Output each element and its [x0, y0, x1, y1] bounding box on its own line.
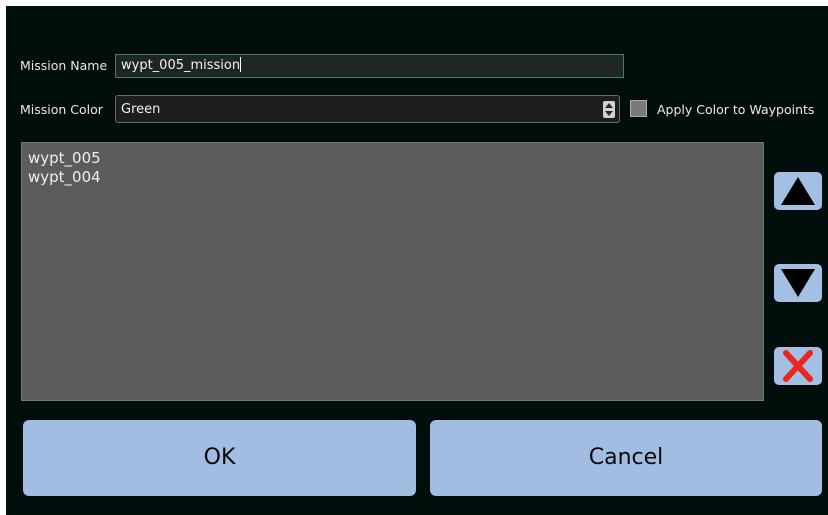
mission-name-input[interactable]: wypt_005_mission — [115, 54, 624, 78]
apply-color-checkbox[interactable] — [630, 100, 647, 117]
mission-name-label: Mission Name — [20, 58, 108, 73]
delete-button[interactable] — [774, 347, 822, 385]
move-up-button[interactable] — [774, 172, 822, 210]
mission-name-value: wypt_005_mission — [121, 58, 241, 73]
triangle-up-icon — [781, 177, 815, 205]
mission-color-select[interactable]: Green — [115, 95, 620, 123]
red-x-icon — [783, 350, 813, 382]
text-caret — [240, 57, 242, 72]
mission-dialog: Mission Name wypt_005_mission Mission Co… — [6, 6, 828, 515]
move-down-button[interactable] — [774, 264, 822, 302]
up-down-arrows-icon[interactable] — [603, 101, 615, 118]
apply-color-label: Apply Color to Waypoints — [657, 102, 815, 117]
list-item[interactable]: wypt_004 — [28, 168, 763, 187]
mission-color-value: Green — [121, 102, 161, 117]
waypoint-list[interactable]: wypt_005 wypt_004 — [21, 142, 764, 401]
ok-button[interactable]: OK — [23, 420, 416, 496]
cancel-button[interactable]: Cancel — [430, 420, 822, 496]
list-item[interactable]: wypt_005 — [28, 149, 763, 168]
mission-color-label: Mission Color — [20, 102, 103, 117]
triangle-down-icon — [781, 269, 815, 297]
